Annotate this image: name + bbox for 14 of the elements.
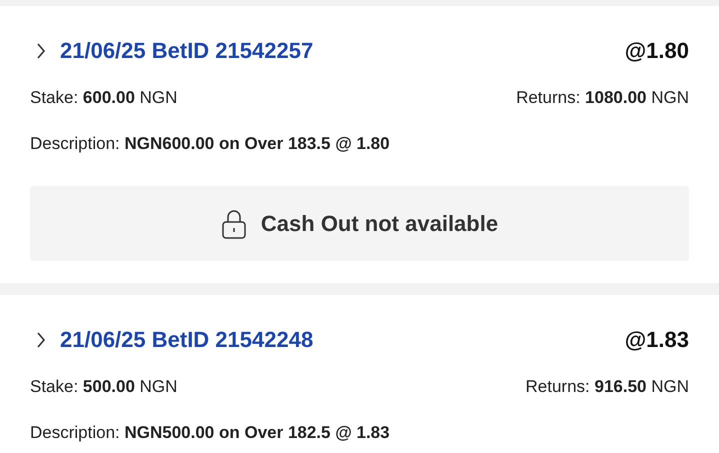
returns-text: Returns: 1080.00 NGN [516,87,689,109]
odds: @1.83 [624,326,689,354]
bet-title[interactable]: 21/06/25 BetID 21542257 [60,34,314,67]
lock-icon [220,208,247,240]
cash-out-button[interactable]: Cash Out not available [30,186,689,261]
chevron-icon[interactable] [36,42,46,60]
bet-title[interactable]: 21/06/25 BetID 21542248 [60,323,314,356]
stake-text: Stake: 500.00 NGN [30,376,178,398]
stake-text: Stake: 600.00 NGN [30,87,178,109]
chevron-icon[interactable] [36,330,46,348]
description-text: Description: NGN600.00 on Over 183.5 @ 1.80 [30,132,391,154]
odds: @1.80 [624,37,689,65]
returns-text: Returns: 916.50 NGN [526,376,689,398]
description-text: Description: NGN500.00 on Over 182.5 @ 1.83 [30,422,391,444]
